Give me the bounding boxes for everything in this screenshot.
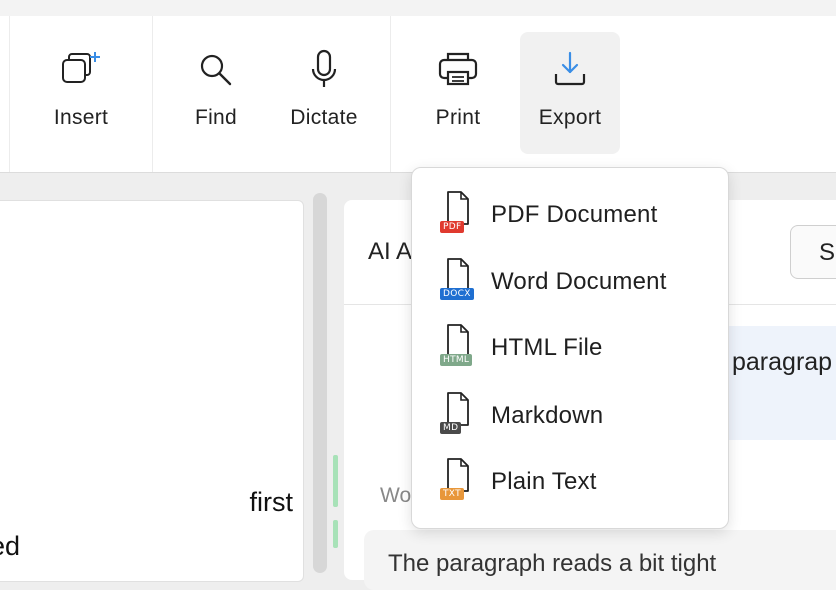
markdown-file-icon: MD	[440, 392, 474, 438]
file-type-tag: PDF	[440, 221, 465, 233]
menu-item-word[interactable]: DOCX Word Document	[412, 252, 728, 312]
txt-file-icon: TXT	[440, 458, 474, 504]
scrollbar[interactable]	[313, 193, 327, 573]
change-marker	[333, 520, 338, 548]
dictate-button[interactable]: Dictate	[280, 32, 368, 154]
insert-button[interactable]: Insert	[40, 32, 122, 154]
export-dropdown-menu: PDF PDF Document DOCX Word Document HTML…	[411, 167, 729, 529]
menu-item-pdf[interactable]: PDF PDF Document	[412, 185, 728, 245]
export-button[interactable]: Export	[520, 32, 620, 154]
menu-item-label: HTML File	[491, 334, 603, 361]
file-type-tag: DOCX	[440, 288, 474, 300]
ai-response-text: The paragraph reads a bit tight	[388, 550, 717, 577]
section-label: Wo	[380, 484, 412, 507]
microphone-icon	[309, 49, 339, 90]
export-label: Export	[538, 106, 602, 129]
file-type-tag: MD	[440, 422, 462, 434]
printer-icon	[436, 50, 480, 90]
menu-item-html[interactable]: HTML HTML File	[412, 318, 728, 378]
toolbar-divider	[9, 16, 10, 172]
pdf-file-icon: PDF	[440, 191, 474, 237]
file-type-tag: TXT	[440, 488, 464, 500]
find-label: Find	[194, 106, 238, 129]
change-marker	[333, 455, 338, 507]
menu-item-label: PDF Document	[491, 201, 658, 228]
window-top-strip	[0, 0, 836, 16]
ai-mode-select[interactable]: Se	[790, 225, 836, 279]
ai-panel-title: AI A	[368, 238, 413, 265]
find-button[interactable]: Find	[176, 32, 256, 154]
dictate-label: Dictate	[290, 106, 358, 129]
menu-item-plain-text[interactable]: TXT Plain Text	[412, 452, 728, 512]
file-type-tag: HTML	[440, 354, 473, 366]
ai-mode-select-value: Se	[819, 239, 836, 266]
menu-item-label: Plain Text	[491, 468, 597, 495]
menu-item-label: Markdown	[491, 402, 604, 429]
docx-file-icon: DOCX	[440, 258, 474, 304]
user-message-text: paragrap	[732, 348, 833, 376]
menu-item-label: Word Document	[491, 268, 667, 295]
document-page[interactable]: first ed	[0, 200, 304, 582]
print-button[interactable]: Print	[416, 32, 500, 154]
document-text-line: ed	[0, 531, 20, 561]
menu-item-markdown[interactable]: MD Markdown	[412, 386, 728, 446]
search-icon	[196, 50, 236, 90]
document-text-line: first	[249, 487, 294, 517]
insert-icon	[59, 50, 103, 90]
html-file-icon: HTML	[440, 324, 474, 370]
print-label: Print	[435, 106, 481, 129]
download-icon	[550, 50, 590, 90]
toolbar-divider	[390, 16, 391, 172]
ai-response-card: The paragraph reads a bit tight	[364, 530, 836, 590]
toolbar-divider	[152, 16, 153, 172]
toolbar: Insert Find Dictate Print Export	[0, 16, 836, 173]
insert-label: Insert	[53, 106, 109, 129]
